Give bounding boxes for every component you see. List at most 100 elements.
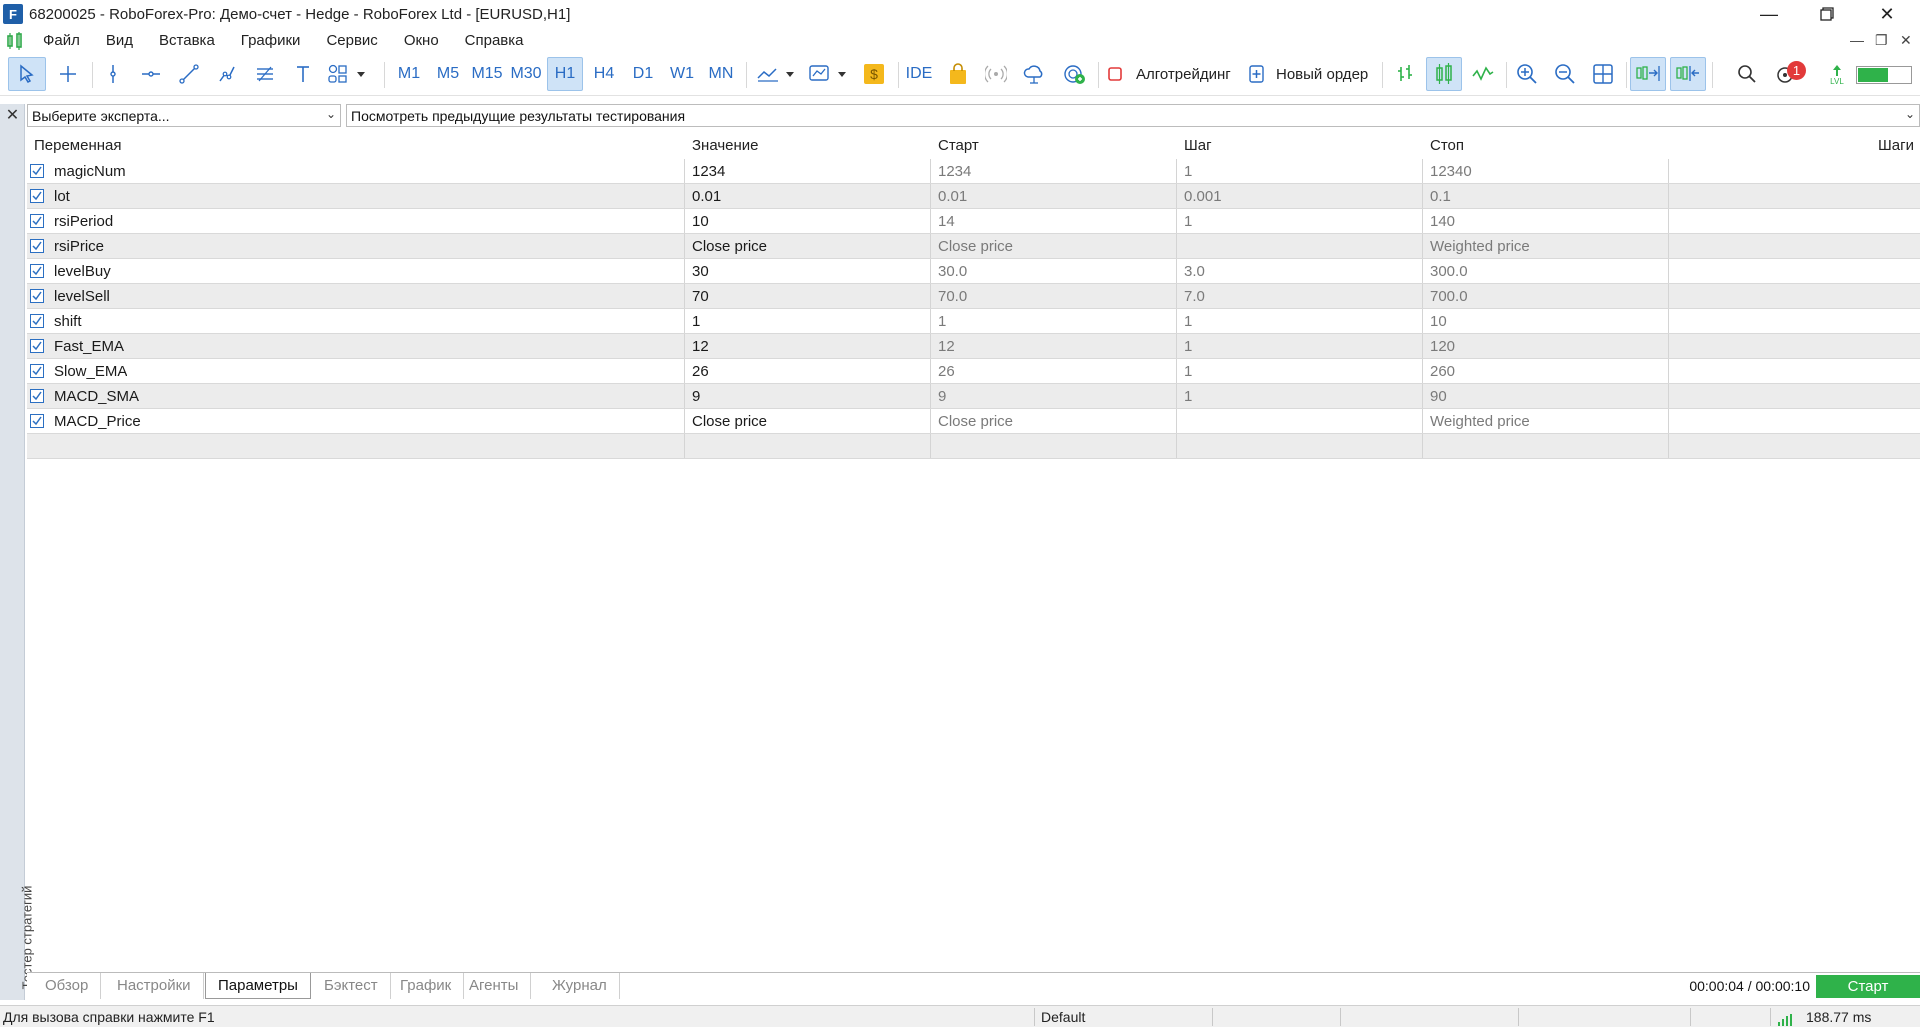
cell-start[interactable]: Close price	[931, 409, 1013, 434]
menu-view[interactable]: Вид	[93, 28, 146, 54]
shapes-dropdown-icon[interactable]	[324, 57, 374, 91]
row-checkbox[interactable]	[30, 364, 44, 378]
history-select[interactable]: Посмотреть предыдущие результаты тестиро…	[346, 104, 1920, 127]
cell-start[interactable]: 1	[931, 309, 946, 334]
menu-insert[interactable]: Вставка	[146, 28, 228, 54]
cell-value[interactable]: 70	[685, 284, 709, 309]
table-row[interactable]: Fast_EMA 12 12 1 120	[27, 334, 1920, 359]
tf-w1[interactable]: W1	[664, 57, 700, 91]
table-row[interactable]: shift 1 1 1 10	[27, 309, 1920, 334]
tab-backtest[interactable]: Бэктест	[312, 973, 391, 999]
cell-value[interactable]: 10	[685, 209, 709, 234]
cell-step[interactable]	[1177, 234, 1184, 259]
menu-window[interactable]: Окно	[391, 28, 452, 54]
tab-settings[interactable]: Настройки	[105, 973, 204, 999]
table-row[interactable]: MACD_Price Close price Close price Weighted…	[27, 409, 1920, 434]
lvl-icon[interactable]: LVL	[1820, 57, 1854, 91]
cell-step[interactable]: 1	[1177, 309, 1192, 334]
signals-icon[interactable]	[980, 57, 1012, 91]
cell-step[interactable]: 1	[1177, 209, 1192, 234]
row-checkbox[interactable]	[30, 164, 44, 178]
restore-icon[interactable]	[1798, 0, 1856, 28]
horizontal-line-icon[interactable]	[134, 57, 168, 91]
cell-value[interactable]: 1	[685, 309, 700, 334]
zoom-in-icon[interactable]	[1510, 57, 1544, 91]
cell-step[interactable]: 1	[1177, 159, 1192, 184]
cell-value[interactable]: 0.01	[685, 184, 721, 209]
channel-icon[interactable]	[210, 57, 244, 91]
close-icon[interactable]: ✕	[1858, 0, 1916, 28]
cell-value[interactable]: 12	[685, 334, 709, 359]
cell-value[interactable]: 9	[685, 384, 700, 409]
cell-step[interactable]: 0.001	[1177, 184, 1222, 209]
table-row[interactable]: levelBuy 30 30.0 3.0 300.0	[27, 259, 1920, 284]
row-checkbox[interactable]	[30, 289, 44, 303]
cell-step[interactable]: 3.0	[1177, 259, 1205, 284]
tf-h1[interactable]: H1	[547, 57, 583, 91]
tab-overview[interactable]: Обзор	[33, 973, 102, 999]
cell-stop[interactable]: Weighted price	[1423, 234, 1530, 259]
tf-h4[interactable]: H4	[586, 57, 622, 91]
tf-mn[interactable]: MN	[703, 57, 739, 91]
cell-value[interactable]: 1234	[685, 159, 725, 184]
row-checkbox[interactable]	[30, 389, 44, 403]
header-variable[interactable]: Переменная	[27, 133, 122, 159]
indicators-dropdown-icon[interactable]	[754, 57, 802, 91]
algotrading-button[interactable]: Алготрейдинг	[1136, 57, 1231, 91]
cursor-icon[interactable]	[8, 57, 46, 91]
header-steps[interactable]: Шаги	[1878, 133, 1914, 159]
cell-stop[interactable]: 90	[1423, 384, 1447, 409]
bar-chart-icon[interactable]	[1388, 57, 1422, 91]
row-checkbox[interactable]	[30, 339, 44, 353]
cell-start[interactable]: Close price	[931, 234, 1013, 259]
table-row[interactable]	[27, 434, 1920, 459]
mdi-minimize-icon[interactable]: —	[1850, 32, 1864, 48]
header-value[interactable]: Значение	[685, 133, 759, 159]
cell-value[interactable]: Close price	[685, 409, 767, 434]
tf-m1[interactable]: M1	[391, 57, 427, 91]
fibonacci-icon[interactable]	[248, 57, 282, 91]
cell-stop[interactable]: 12340	[1423, 159, 1472, 184]
cell-start[interactable]: 12	[931, 334, 955, 359]
algotrading-stop-icon[interactable]	[1104, 57, 1126, 91]
cell-stop[interactable]: 140	[1423, 209, 1455, 234]
tab-graph[interactable]: График	[388, 973, 465, 999]
vps-radar-icon[interactable]	[1058, 57, 1092, 91]
header-stop[interactable]: Стоп	[1423, 133, 1464, 159]
cell-stop[interactable]: 10	[1423, 309, 1447, 334]
table-row[interactable]: lot 0.01 0.01 0.001 0.1	[27, 184, 1920, 209]
tab-parameters[interactable]: Параметры	[205, 973, 311, 999]
tf-m5[interactable]: M5	[430, 57, 466, 91]
cell-step[interactable]	[1177, 409, 1184, 434]
text-tool-icon[interactable]	[286, 57, 320, 91]
cell-value[interactable]: 30	[685, 259, 709, 284]
market-bag-icon[interactable]	[942, 57, 974, 91]
ide-button[interactable]: IDE	[900, 57, 938, 91]
row-checkbox[interactable]	[30, 214, 44, 228]
mdi-close-icon[interactable]: ✕	[1900, 32, 1912, 49]
tab-agents[interactable]: Агенты	[457, 973, 532, 999]
chart-shift-icon[interactable]	[1670, 57, 1706, 91]
templates-dropdown-icon[interactable]	[806, 57, 854, 91]
row-checkbox[interactable]	[30, 189, 44, 203]
new-order-icon[interactable]	[1244, 57, 1270, 91]
cell-value[interactable]: 26	[685, 359, 709, 384]
menu-service[interactable]: Сервис	[313, 28, 390, 54]
cell-step[interactable]: 1	[1177, 384, 1192, 409]
cell-stop[interactable]: 0.1	[1423, 184, 1451, 209]
cell-value[interactable]: Close price	[685, 234, 767, 259]
row-checkbox[interactable]	[30, 314, 44, 328]
cell-step[interactable]: 1	[1177, 359, 1192, 384]
header-step[interactable]: Шаг	[1177, 133, 1212, 159]
search-icon[interactable]	[1730, 57, 1764, 91]
menu-file[interactable]: Файл	[30, 28, 93, 54]
row-checkbox[interactable]	[30, 239, 44, 253]
row-checkbox[interactable]	[30, 414, 44, 428]
table-row[interactable]: magicNum 1234 1234 1 12340	[27, 159, 1920, 184]
table-row[interactable]: rsiPrice Close price Close price Weighted p…	[27, 234, 1920, 259]
tab-journal[interactable]: Журнал	[540, 973, 620, 999]
table-row[interactable]: levelSell 70 70.0 7.0 700.0	[27, 284, 1920, 309]
close-panel-icon[interactable]: ✕	[0, 104, 25, 126]
cell-start[interactable]: 9	[931, 384, 946, 409]
vertical-line-icon[interactable]	[96, 57, 130, 91]
